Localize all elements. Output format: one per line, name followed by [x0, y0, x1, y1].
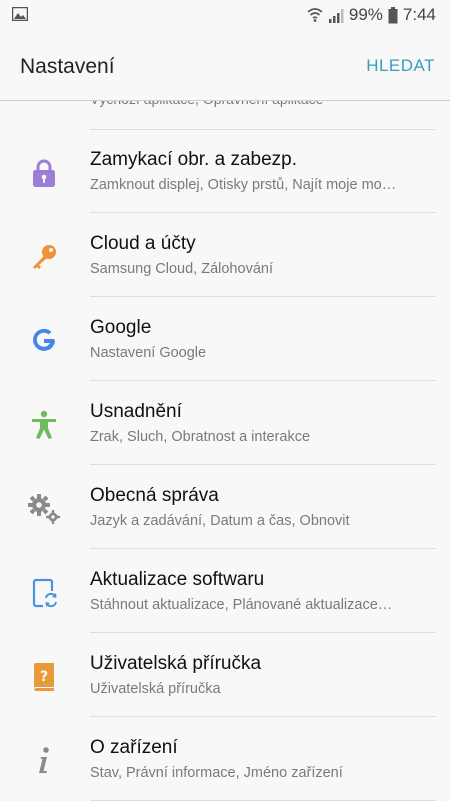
- settings-item-software-update[interactable]: Aktualizace softwaru Stáhnout aktualizac…: [0, 549, 450, 633]
- battery-percent: 99%: [348, 5, 383, 24]
- settings-item-subtitle: Jazyk a zadávání, Datum a čas, Obnovit: [90, 513, 350, 529]
- info-icon: [27, 744, 61, 778]
- battery-icon: [388, 6, 398, 24]
- settings-item-about-device[interactable]: O zařízení Stav, Právní informace, Jméno…: [0, 717, 450, 801]
- app-bar: Nastavení HLEDAT: [0, 30, 450, 100]
- key-icon: [27, 240, 61, 274]
- status-bar: 99% 7:44: [0, 0, 450, 30]
- svg-text:?: ?: [40, 669, 48, 685]
- search-button[interactable]: HLEDAT: [366, 56, 435, 76]
- settings-item-title: Zamykací obr. a zabezp.: [90, 149, 297, 170]
- settings-item-lock-screen-security[interactable]: Zamykací obr. a zabezp. Zamknout displej…: [0, 129, 450, 213]
- settings-item-subtitle: Stav, Právní informace, Jméno zařízení: [90, 765, 343, 781]
- settings-item-user-manual[interactable]: ? Uživatelská příručka Uživatelská příru…: [0, 633, 450, 717]
- settings-item-title: O zařízení: [90, 737, 178, 758]
- google-icon: [27, 324, 61, 358]
- accessibility-icon: [27, 408, 61, 442]
- settings-item-cloud-accounts[interactable]: Cloud a účty Samsung Cloud, Zálohování: [0, 213, 450, 297]
- settings-item-accessibility[interactable]: Usnadnění Zrak, Sluch, Obratnost a inter…: [0, 381, 450, 465]
- lock-icon: [27, 156, 61, 190]
- settings-item-subtitle: Zrak, Sluch, Obratnost a interakce: [90, 429, 311, 445]
- partial-item-subtitle: Výchozí aplikace, Oprávnění aplikace: [90, 101, 323, 119]
- settings-item-title: Uživatelská příručka: [90, 653, 262, 674]
- settings-item-title: Usnadnění: [90, 401, 182, 422]
- clock: 7:44: [402, 5, 436, 24]
- settings-item-subtitle: Stáhnout aktualizace, Plánované aktualiz…: [90, 597, 393, 613]
- gallery-notification-icon: [11, 6, 29, 26]
- settings-list[interactable]: Výchozí aplikace, Oprávnění aplikace Zam…: [0, 100, 450, 801]
- settings-item-title: Cloud a účty: [90, 233, 196, 254]
- settings-item-subtitle: Samsung Cloud, Zálohování: [90, 261, 273, 277]
- settings-item-title: Obecná správa: [90, 485, 219, 506]
- settings-item-title: Google: [90, 317, 152, 338]
- settings-item-subtitle: Uživatelská příručka: [90, 681, 221, 697]
- settings-item-subtitle: Nastavení Google: [90, 345, 207, 361]
- settings-item-google[interactable]: Google Nastavení Google: [0, 297, 450, 381]
- wifi-icon: [307, 7, 323, 23]
- software-update-icon: [27, 576, 61, 610]
- settings-item-general-management[interactable]: Obecná správa Jazyk a zadávání, Datum a …: [0, 465, 450, 549]
- settings-item-title: Aktualizace softwaru: [90, 569, 265, 590]
- page-title: Nastavení: [20, 55, 115, 78]
- signal-icon: [328, 8, 344, 23]
- gears-icon: [27, 492, 61, 526]
- settings-item-subtitle: Zamknout displej, Otisky prstů, Najít mo…: [90, 177, 397, 193]
- user-manual-icon: ?: [27, 660, 61, 694]
